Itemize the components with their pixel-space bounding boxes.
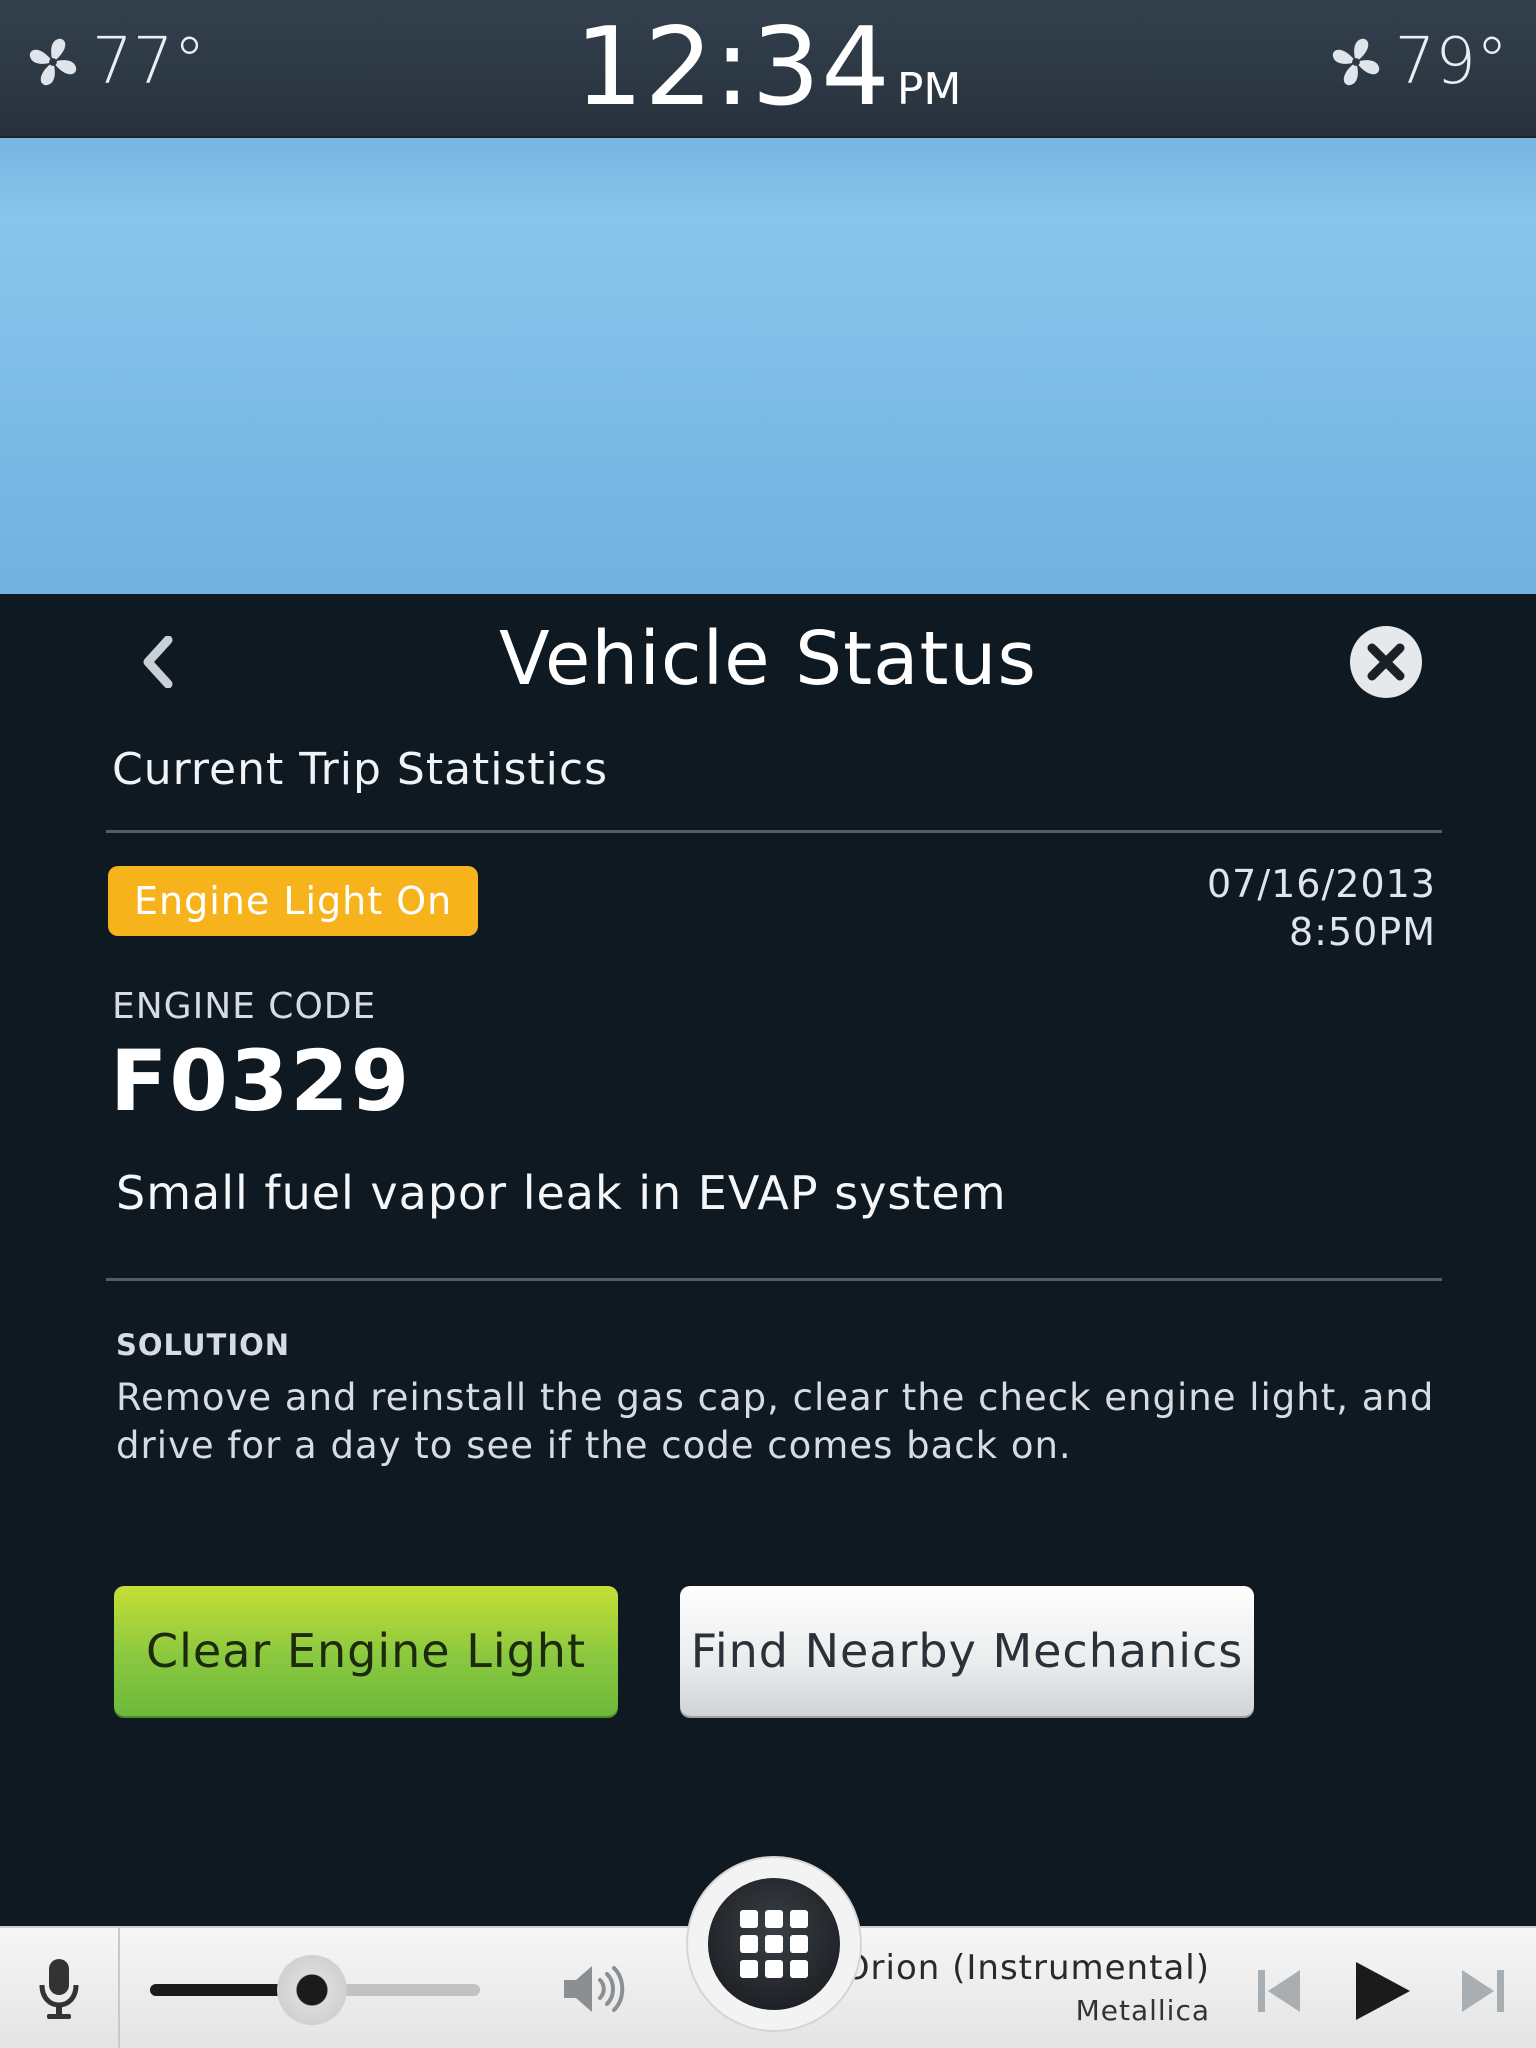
background-view xyxy=(0,138,1536,594)
volume-slider[interactable] xyxy=(150,1955,480,2025)
timestamp-date: 07/16/2013 xyxy=(1206,862,1436,906)
right-temperature: 79° xyxy=(1394,25,1508,99)
clock-time: 12:34 xyxy=(574,5,891,130)
play-icon[interactable] xyxy=(1350,1958,1414,2024)
fan-icon xyxy=(1332,38,1379,86)
find-mechanics-button[interactable]: Find Nearby Mechanics xyxy=(680,1586,1254,1716)
close-icon xyxy=(1350,626,1422,698)
status-bar: 77° 12:34 PM 79° xyxy=(0,0,1536,138)
solution-label: SOLUTION xyxy=(116,1328,291,1362)
voice-button[interactable] xyxy=(0,1928,120,2048)
divider xyxy=(106,830,1442,833)
timestamp-time: 8:50PM xyxy=(1288,910,1436,954)
clock-ampm: PM xyxy=(896,64,962,115)
solution-text: Remove and reinstall the gas cap, clear … xyxy=(116,1376,1435,1467)
skip-back-icon[interactable] xyxy=(1254,1964,1304,2018)
clock: 12:34 PM xyxy=(0,14,1536,122)
clear-engine-light-button[interactable]: Clear Engine Light xyxy=(114,1586,618,1716)
climate-right[interactable]: 79° xyxy=(1327,30,1508,94)
track-title: Orion (Instrumental) xyxy=(842,1948,1210,1988)
volume-slider-handle[interactable] xyxy=(276,1955,347,2025)
page-title: Vehicle Status xyxy=(499,616,1037,702)
timestamp: 07/16/2013 8:50PM xyxy=(1207,860,1436,956)
engine-code-label: ENGINE CODE xyxy=(112,986,377,1027)
track-artist: Metallica xyxy=(1075,1994,1210,2027)
engine-code: F0329 xyxy=(110,1032,412,1130)
speaker-icon[interactable] xyxy=(560,1958,630,2020)
divider xyxy=(106,1278,1442,1281)
skip-forward-icon[interactable] xyxy=(1458,1964,1508,2018)
status-badge: Engine Light On xyxy=(108,866,479,936)
now-playing[interactable]: Orion (Instrumental) Metallica xyxy=(843,1948,1210,2027)
home-button-container xyxy=(686,1856,862,2032)
microphone-icon xyxy=(39,1959,79,2019)
panel-header: Vehicle Status xyxy=(0,594,1536,724)
vehicle-status-panel: Vehicle Status Current Trip Statistics E… xyxy=(0,594,1536,1926)
grid-icon xyxy=(740,1910,808,1978)
engine-code-description: Small fuel vapor leak in EVAP system xyxy=(116,1166,1007,1220)
section-heading: Current Trip Statistics xyxy=(112,744,609,795)
home-button[interactable] xyxy=(708,1878,840,2010)
close-button[interactable] xyxy=(1348,624,1424,700)
